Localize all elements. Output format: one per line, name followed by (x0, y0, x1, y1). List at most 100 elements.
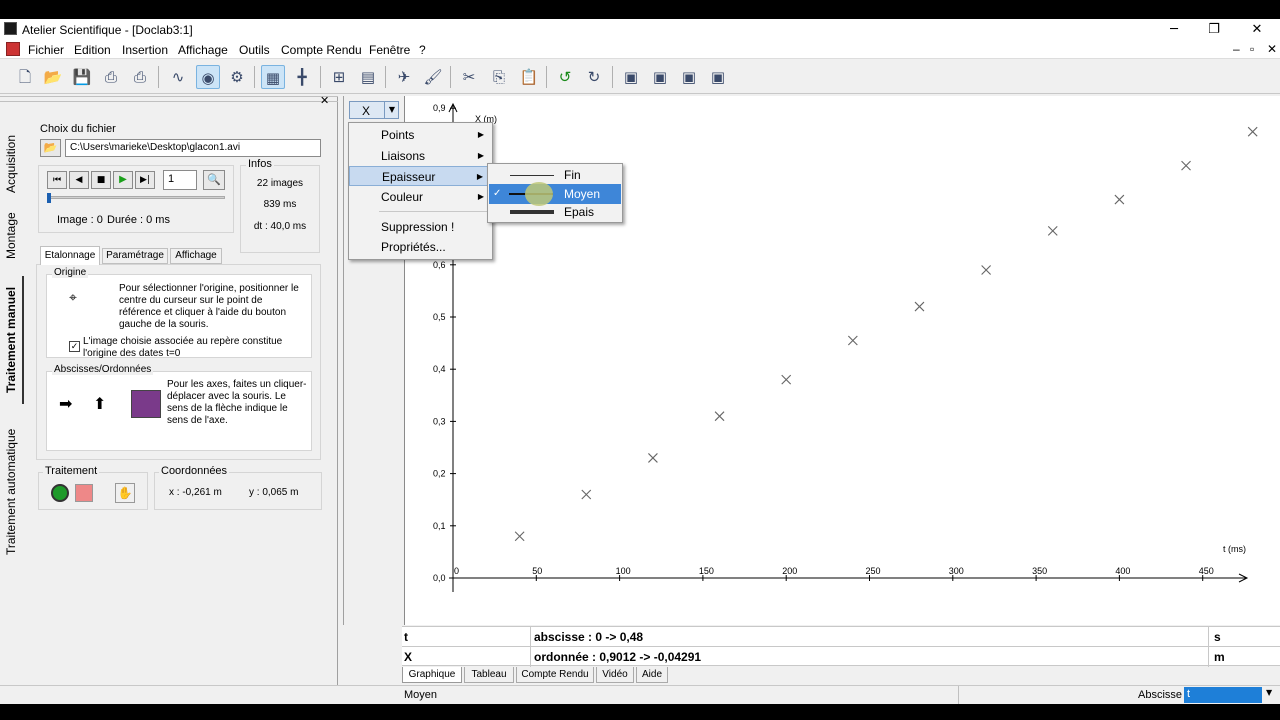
menu-compte-rendu[interactable]: Compte Rendu (281, 43, 362, 57)
menu-item-epaisseur[interactable]: Epaisseur ▶ (349, 166, 492, 186)
file-path-field[interactable]: C:\Users\marieke\Desktop\glacon1.avi (65, 139, 321, 157)
thickness-epais[interactable]: Epais (488, 202, 622, 222)
table-row[interactable]: t abscisse : 0 -> 0,48 s (402, 626, 1280, 647)
open-file-button[interactable]: 📂 (40, 139, 61, 157)
traitement-title: Traitement (43, 465, 100, 477)
grid-icon[interactable]: ▦ (261, 65, 285, 89)
x-axis-label: t (ms) (1223, 544, 1246, 554)
menu-fichier[interactable]: Fichier (28, 43, 64, 57)
tools-icon[interactable]: ⚙ (225, 65, 249, 89)
chevron-down-icon[interactable]: ▼ (384, 102, 399, 118)
close-button[interactable]: ✕ (1237, 19, 1277, 40)
chevron-down-icon[interactable]: ▼ (1266, 688, 1272, 697)
tab-graphique[interactable]: Graphique (402, 667, 462, 683)
tab-traitement-manuel[interactable]: Traitement manuel (4, 276, 24, 404)
window-cascade-icon[interactable]: ▣ (619, 65, 643, 89)
menu-outils[interactable]: Outils (239, 43, 270, 57)
window-vertical-icon[interactable]: ▣ (706, 65, 730, 89)
undo-icon[interactable]: ↺ (553, 65, 577, 89)
x-tick-label: 150 (699, 566, 714, 576)
measure-icon[interactable]: ✈ (392, 65, 416, 89)
print-preview-icon[interactable]: ⎙ (128, 65, 152, 89)
window-tile-icon[interactable]: ▣ (648, 65, 672, 89)
mdi-restore-button[interactable]: ▫ (1250, 42, 1254, 56)
tab-video[interactable]: Vidéo (596, 667, 634, 683)
arrow-right-icon[interactable]: ➡ (59, 394, 72, 413)
arrow-up-icon[interactable]: ⬆ (93, 394, 106, 413)
tab-acquisition[interactable]: Acquisition (4, 128, 24, 200)
image-counter: Image : 0 (57, 214, 103, 226)
tab-traitement-automatique[interactable]: Traitement automatique (4, 408, 24, 576)
menu-item-proprietes[interactable]: Propriétés... (349, 237, 492, 257)
open-folder-icon[interactable]: 📂 (41, 65, 65, 89)
cut-icon[interactable]: ✂ (457, 65, 481, 89)
window-horizontal-icon[interactable]: ▣ (677, 65, 701, 89)
coord-x: x : -0,261 m (169, 487, 222, 498)
first-frame-button[interactable]: ⏮ (47, 171, 67, 189)
series-dropdown[interactable]: X ▼ (349, 101, 399, 119)
mdi-close-button[interactable]: ✕ (1267, 42, 1277, 56)
brush-icon[interactable]: 🖌 (421, 65, 445, 89)
stop-button[interactable]: ■ (91, 171, 111, 189)
menu-item-liaisons[interactable]: Liaisons ▶ (349, 146, 492, 166)
minimize-button[interactable]: ─ (1154, 19, 1194, 40)
data-point (981, 265, 992, 275)
menu-item-label: Couleur (381, 190, 424, 204)
menu-insertion[interactable]: Insertion (122, 43, 168, 57)
y-tick-label: 0,5 (433, 312, 446, 322)
table-tool-icon[interactable]: ⊞ (327, 65, 351, 89)
zoom-button[interactable]: 🔍 (203, 170, 225, 190)
infos-dt: dt : 40,0 ms (253, 221, 307, 232)
copy-icon[interactable]: ⎘ (487, 65, 511, 89)
panel-close-button[interactable]: ✕ (320, 94, 329, 107)
frame-stepper[interactable]: 1 (163, 170, 197, 190)
tab-affichage[interactable]: Affichage (170, 248, 222, 264)
start-record-button[interactable] (51, 484, 69, 502)
data-point (648, 453, 658, 463)
print-icon[interactable]: ⎙ (99, 65, 123, 89)
save-icon[interactable]: 💾 (70, 65, 94, 89)
menu-affichage[interactable]: Affichage (178, 43, 228, 57)
menu-item-label: Points (381, 128, 415, 142)
tab-compte-rendu[interactable]: Compte Rendu (516, 667, 594, 683)
status-text: Moyen (404, 689, 438, 701)
tab-montage[interactable]: Montage (4, 206, 24, 266)
origin-checkbox-label: L'image choisie associée au repère const… (83, 336, 283, 359)
data-point (781, 374, 792, 385)
menu-edition[interactable]: Edition (74, 43, 111, 57)
modelling-icon[interactable]: ◉ (196, 65, 220, 89)
frame-slider-thumb[interactable] (47, 193, 51, 203)
menu-item-suppression[interactable]: Suppression ! (349, 217, 492, 237)
data-point (1247, 126, 1258, 137)
tab-parametrage[interactable]: Paramétrage (102, 248, 168, 264)
tab-aide[interactable]: Aide (636, 667, 668, 683)
maximize-button[interactable]: ❐ (1194, 19, 1234, 40)
clear-button[interactable] (75, 484, 93, 502)
thickness-fin[interactable]: Fin (488, 165, 622, 185)
calculator-icon[interactable]: ▤ (356, 65, 380, 89)
thickness-moyen[interactable]: ✓ Moyen (489, 182, 621, 206)
next-frame-button[interactable]: ▶| (135, 171, 155, 189)
book-help-icon[interactable] (131, 390, 161, 418)
curve-icon[interactable]: ∿ (166, 65, 190, 89)
hand-icon[interactable]: ✋ (115, 483, 135, 503)
abscisse-select[interactable]: t (1184, 687, 1262, 703)
frame-slider[interactable] (47, 196, 225, 199)
tab-tableau[interactable]: Tableau (464, 667, 514, 683)
redo-icon[interactable]: ↻ (582, 65, 606, 89)
play-button[interactable]: ▶ (113, 171, 133, 189)
document-icon[interactable] (6, 42, 20, 56)
menu-help[interactable]: ? (419, 43, 426, 57)
menu-item-couleur[interactable]: Couleur ▶ (349, 187, 492, 207)
menu-fenetre[interactable]: Fenêtre (369, 43, 410, 57)
new-file-icon[interactable]: 🗋 (13, 65, 37, 89)
paste-icon[interactable]: 📋 (517, 65, 541, 89)
mdi-minimize-button[interactable]: – (1233, 42, 1240, 56)
data-point (847, 335, 858, 346)
crosshair-icon[interactable]: ╋ (290, 65, 314, 89)
prev-frame-button[interactable]: ◀ (69, 171, 89, 189)
table-row[interactable]: X ordonnée : 0,9012 -> -0,04291 m (402, 646, 1280, 667)
tab-etalonnage[interactable]: Etalonnage (40, 246, 100, 265)
origin-checkbox[interactable]: ✓ (69, 341, 80, 352)
menu-item-points[interactable]: Points ▶ (349, 125, 492, 145)
